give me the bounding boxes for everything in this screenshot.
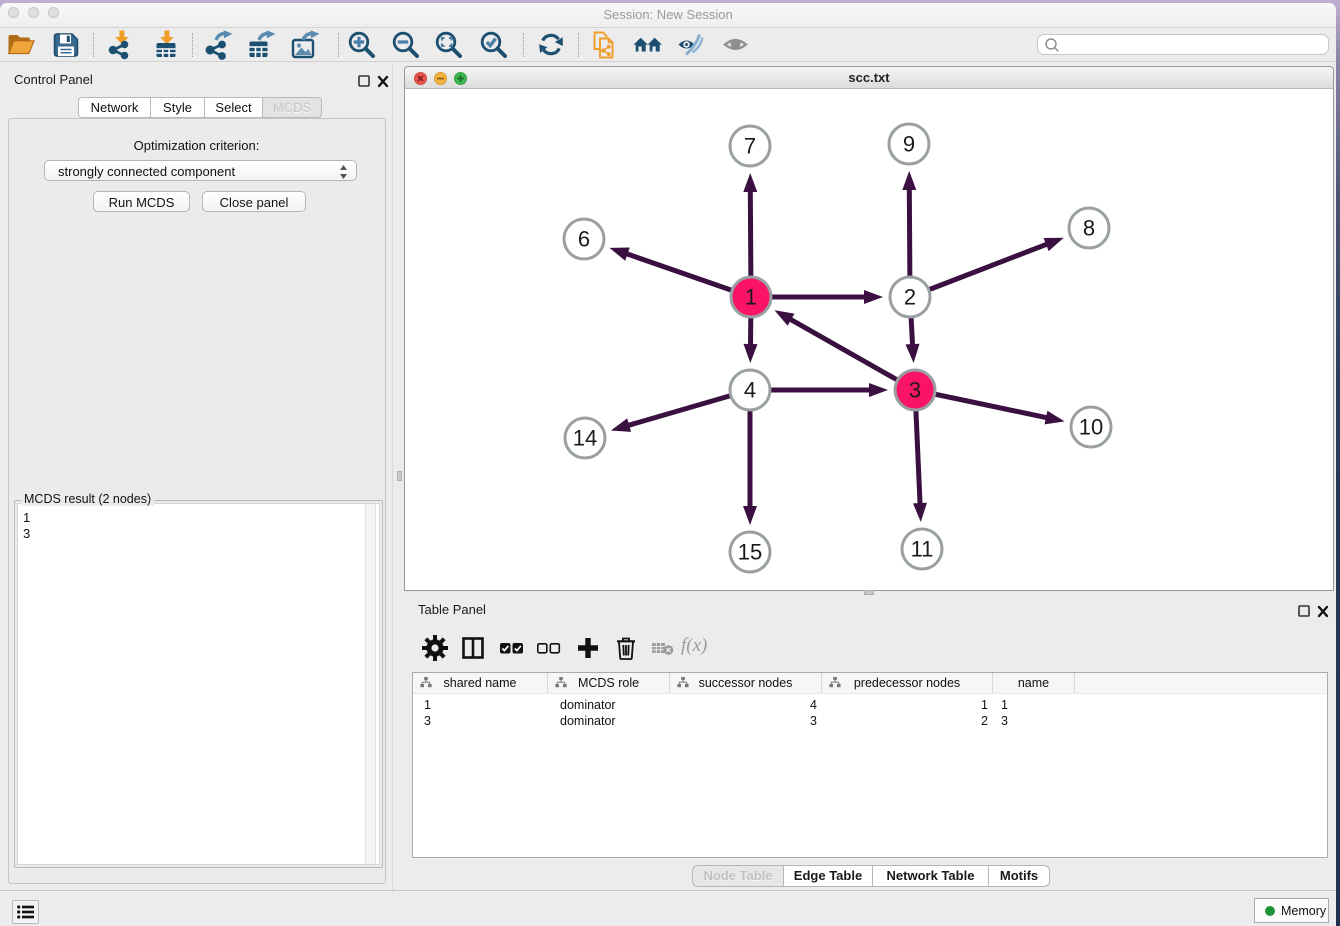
- svg-text:15: 15: [738, 540, 762, 565]
- svg-text:6: 6: [578, 227, 590, 252]
- svg-text:14: 14: [573, 426, 597, 451]
- svg-text:8: 8: [1083, 216, 1095, 241]
- svg-text:11: 11: [911, 537, 934, 562]
- svg-text:2: 2: [904, 285, 916, 310]
- svg-text:3: 3: [909, 378, 921, 403]
- svg-text:4: 4: [744, 378, 756, 403]
- svg-text:10: 10: [1079, 415, 1103, 440]
- svg-text:1: 1: [745, 285, 757, 310]
- svg-text:9: 9: [903, 132, 915, 157]
- svg-text:7: 7: [744, 134, 756, 159]
